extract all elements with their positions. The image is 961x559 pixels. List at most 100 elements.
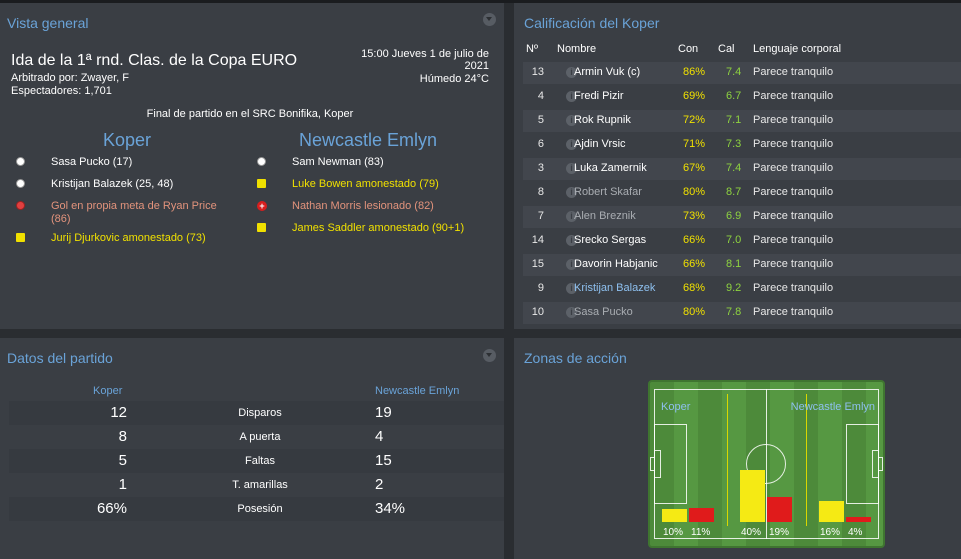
rating-row[interactable]: 5 i Rok Rupnik 72% 7.1 Parece tranquilo bbox=[523, 110, 961, 132]
pitch-right-goal bbox=[878, 457, 883, 471]
rating-num: 4 bbox=[537, 90, 544, 102]
rating-row[interactable]: 9 i Kristijan Balazek 68% 9.2 Parece tranquil… bbox=[523, 278, 961, 300]
rating-con: 67% bbox=[683, 162, 706, 174]
home-event-2[interactable]: Gol en propia meta de Ryan Price (86) bbox=[51, 200, 217, 226]
rating-row[interactable]: 13 i Armin Vuk (c) 86% 7.4 Parece tranquilo bbox=[523, 62, 961, 84]
zone-away-pct: 19% bbox=[769, 527, 790, 538]
rating-name[interactable]: Fredi Pizir bbox=[574, 90, 624, 102]
goal-icon bbox=[16, 179, 25, 188]
zone-home-pct: 16% bbox=[820, 527, 841, 538]
stat-away: 19 bbox=[375, 404, 392, 421]
away-event-text: Luke Bowen amonestado (79) bbox=[292, 178, 439, 190]
yellow-card-icon bbox=[257, 223, 266, 232]
ratings-panel: Calificación del Koper Nº Nombre Con Cal… bbox=[514, 3, 961, 329]
stat-label: Posesión bbox=[237, 503, 283, 515]
rating-name[interactable]: Alen Breznik bbox=[574, 210, 636, 222]
zones-away-label: Newcastle Emlyn bbox=[790, 401, 875, 413]
col-con[interactable]: Con bbox=[678, 43, 698, 55]
rating-row[interactable]: 4 i Fredi Pizir 69% 6.7 Parece tranquilo bbox=[523, 86, 961, 108]
rating-body-language: Parece tranquilo bbox=[753, 186, 834, 198]
stat-home: 1 bbox=[118, 476, 127, 493]
stat-row: 12 Disparos 19 bbox=[9, 401, 504, 425]
rating-cal: 8.1 bbox=[726, 258, 742, 270]
match-datetime: 15:00 Jueves 1 de julio de 2021 bbox=[361, 48, 489, 72]
collapse-match-data-icon[interactable] bbox=[483, 349, 496, 362]
yellow-card-icon bbox=[16, 233, 25, 242]
match-data-away: Newcastle Emlyn bbox=[375, 385, 460, 397]
away-event-text: Nathan Morris lesionado (82) bbox=[292, 200, 434, 212]
rating-body-language: Parece tranquilo bbox=[753, 66, 834, 78]
rating-row[interactable]: 7 i Alen Breznik 73% 6.9 Parece tranquilo bbox=[523, 206, 961, 228]
rating-name[interactable]: Armin Vuk (c) bbox=[574, 66, 640, 78]
stat-away: 4 bbox=[375, 428, 384, 445]
rating-num: 6 bbox=[537, 138, 544, 150]
match-title: Ida de la 1ª rnd. Clas. de la Copa EURO bbox=[11, 52, 298, 69]
col-name[interactable]: Nombre bbox=[557, 43, 596, 55]
spectators: Espectadores: 1,701 bbox=[11, 85, 112, 97]
rating-name[interactable]: Davorin Habjanic bbox=[574, 258, 658, 270]
away-event-1[interactable]: Luke Bowen amonestado (79) bbox=[292, 178, 439, 191]
rating-name[interactable]: Ajdin Vrsic bbox=[574, 138, 626, 150]
own-goal-icon bbox=[16, 201, 25, 210]
match-datetime-line1: 15:00 Jueves 1 de julio de bbox=[361, 48, 489, 60]
rating-name[interactable]: Luka Zamernik bbox=[574, 162, 647, 174]
rating-cal: 7.0 bbox=[726, 234, 742, 246]
rating-num: 7 bbox=[537, 210, 544, 222]
rating-cal: 7.4 bbox=[726, 66, 742, 78]
rating-name[interactable]: Sasa Pucko bbox=[574, 306, 633, 318]
rating-name[interactable]: Srecko Sergas bbox=[574, 234, 646, 246]
weather: Húmedo 24°C bbox=[419, 73, 489, 85]
stat-label: A puerta bbox=[239, 431, 281, 443]
rating-row[interactable]: 15 i Davorin Habjanic 66% 8.1 Parece tranquil… bbox=[523, 254, 961, 276]
collapse-overview-icon[interactable] bbox=[483, 13, 496, 26]
col-cal[interactable]: Cal bbox=[718, 43, 735, 55]
rating-num: 5 bbox=[537, 114, 544, 126]
home-event-0[interactable]: Sasa Pucko (17) bbox=[51, 156, 132, 169]
home-event-1[interactable]: Kristijan Balazek (25, 48) bbox=[51, 178, 173, 191]
rating-row[interactable]: 6 i Ajdin Vrsic 71% 7.3 Parece tranquilo bbox=[523, 134, 961, 156]
rating-cal: 7.1 bbox=[726, 114, 742, 126]
home-event-text: Jurij Djurkovic amonestado (73) bbox=[51, 232, 206, 244]
home-team-name[interactable]: Koper bbox=[103, 130, 151, 151]
zone-home-pct: 10% bbox=[663, 527, 684, 538]
rating-cal: 6.9 bbox=[726, 210, 742, 222]
overview-panel: Vista general Ida de la 1ª rnd. Clas. de… bbox=[0, 3, 504, 329]
rating-con: 71% bbox=[683, 138, 706, 150]
zone-divider-1 bbox=[727, 394, 728, 526]
away-event-2[interactable]: Nathan Morris lesionado (82) bbox=[292, 200, 434, 213]
pitch: Koper Newcastle Emlyn 10% 11% 40% 19% 16% 4% bbox=[648, 380, 885, 548]
goal-icon bbox=[16, 157, 25, 166]
match-data-title: Datos del partido bbox=[7, 350, 113, 366]
rating-name[interactable]: Kristijan Balazek bbox=[574, 282, 655, 294]
rating-row[interactable]: 14 i Srecko Sergas 66% 7.0 Parece tranquilo bbox=[523, 230, 961, 252]
rating-body-language: Parece tranquilo bbox=[753, 114, 834, 126]
away-event-3[interactable]: James Saddler amonestado (90+1) bbox=[292, 222, 464, 235]
rating-row[interactable]: 3 i Luka Zamernik 67% 7.4 Parece tranquilo bbox=[523, 158, 961, 180]
stat-label: T. amarillas bbox=[232, 479, 288, 491]
away-event-text: James Saddler amonestado (90+1) bbox=[292, 222, 465, 234]
rating-name[interactable]: Robert Skafar bbox=[574, 186, 642, 198]
rating-cal: 6.7 bbox=[726, 90, 742, 102]
rating-body-language: Parece tranquilo bbox=[753, 138, 834, 150]
rating-con: 80% bbox=[683, 186, 706, 198]
match-data-home: Koper bbox=[93, 385, 123, 397]
rating-row[interactable]: 10 i Sasa Pucko 80% 7.8 Parece tranquilo bbox=[523, 302, 961, 324]
col-num[interactable]: Nº bbox=[526, 43, 538, 55]
home-event-text-2: (86) bbox=[51, 213, 71, 225]
stat-home: 66% bbox=[96, 500, 127, 517]
rating-body-language: Parece tranquilo bbox=[753, 210, 834, 222]
stat-label: Faltas bbox=[245, 455, 275, 467]
home-event-3[interactable]: Jurij Djurkovic amonestado (73) bbox=[51, 232, 206, 245]
home-event-text: Kristijan Balazek (25, 48) bbox=[51, 178, 174, 190]
col-body-language[interactable]: Lenguaje corporal bbox=[753, 43, 841, 55]
zones-home-label: Koper bbox=[661, 401, 691, 413]
rating-name[interactable]: Rok Rupnik bbox=[574, 114, 631, 126]
rating-cal: 9.2 bbox=[726, 282, 742, 294]
yellow-card-icon bbox=[257, 179, 266, 188]
away-team-name[interactable]: Newcastle Emlyn bbox=[299, 130, 437, 151]
rating-body-language: Parece tranquilo bbox=[753, 162, 834, 174]
away-event-0[interactable]: Sam Newman (83) bbox=[292, 156, 384, 169]
rating-row[interactable]: 8 i Robert Skafar 80% 8.7 Parece tranquilo bbox=[523, 182, 961, 204]
rating-cal: 7.3 bbox=[726, 138, 742, 150]
pitch-left-goal bbox=[650, 457, 655, 471]
